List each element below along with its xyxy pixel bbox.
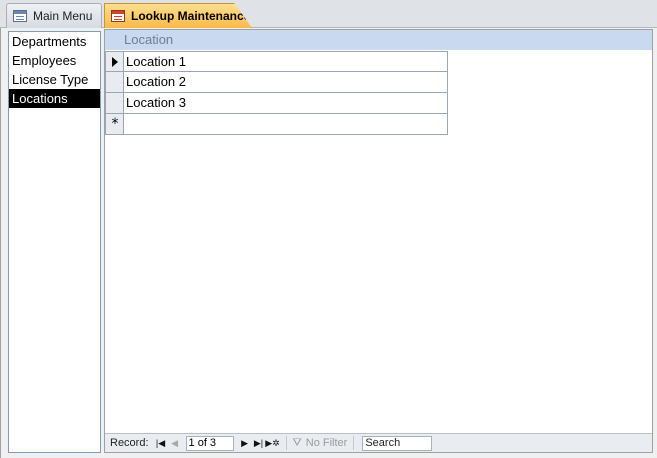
document-tab-strip: Main Menu Lookup Maintenance bbox=[0, 0, 657, 28]
current-record-arrow-icon bbox=[112, 57, 118, 67]
new-location-cell[interactable] bbox=[124, 114, 448, 135]
location-cell[interactable]: Location 2 bbox=[124, 72, 448, 93]
locations-datasheet: Location Location 1 Location 2 Location … bbox=[104, 29, 653, 453]
tab-main-menu[interactable]: Main Menu bbox=[6, 3, 102, 28]
no-filter-button[interactable]: ⛛ No Filter bbox=[293, 437, 348, 450]
table-row: Location 2 bbox=[105, 72, 448, 93]
tab-label: Main Menu bbox=[33, 9, 93, 23]
list-item-locations[interactable]: Locations bbox=[9, 89, 100, 108]
tab-label: Lookup Maintenance bbox=[131, 9, 251, 23]
record-selector[interactable] bbox=[105, 93, 124, 114]
nav-divider bbox=[353, 436, 355, 450]
filter-icon: ⛛ bbox=[292, 436, 302, 449]
current-record-input[interactable]: 1 of 3 bbox=[185, 435, 234, 451]
list-item-departments[interactable]: Departments bbox=[9, 32, 100, 51]
no-filter-label: No Filter bbox=[305, 437, 348, 449]
form-icon bbox=[111, 10, 125, 22]
list-item-license-type[interactable]: License Type bbox=[9, 70, 100, 89]
lookup-list[interactable]: Departments Employees License Type Locat… bbox=[8, 31, 101, 453]
form-icon bbox=[13, 10, 27, 22]
record-selector[interactable] bbox=[105, 51, 124, 72]
new-record-asterisk-icon: * bbox=[111, 116, 119, 132]
first-record-icon[interactable]: |◀ bbox=[154, 436, 168, 450]
location-cell[interactable]: Location 3 bbox=[124, 93, 448, 114]
record-selector[interactable] bbox=[105, 72, 124, 93]
record-selector[interactable]: * bbox=[105, 114, 124, 135]
record-navigation-bar: Record: |◀ ◀ 1 of 3 ▶ ▶| ▶✲ ⛛ No Filter … bbox=[105, 433, 652, 452]
list-item-employees[interactable]: Employees bbox=[9, 51, 100, 70]
table-row: Location 1 bbox=[105, 51, 448, 72]
nav-divider bbox=[285, 436, 287, 450]
location-cell[interactable]: Location 1 bbox=[124, 51, 448, 72]
new-record-icon[interactable]: ▶✲ bbox=[265, 436, 279, 450]
next-record-icon[interactable]: ▶ bbox=[238, 436, 252, 450]
last-record-icon[interactable]: ▶| bbox=[252, 436, 266, 450]
record-label: Record: bbox=[110, 437, 149, 449]
new-record-row: * bbox=[105, 114, 448, 135]
previous-record-icon[interactable]: ◀ bbox=[168, 436, 182, 450]
column-header-location[interactable]: Location bbox=[105, 30, 652, 50]
table-row: Location 3 bbox=[105, 93, 448, 114]
tab-lookup-maintenance[interactable]: Lookup Maintenance bbox=[104, 3, 252, 28]
datasheet-grid: Location 1 Location 2 Location 3 * bbox=[105, 51, 448, 135]
search-input[interactable]: Search bbox=[362, 435, 433, 451]
